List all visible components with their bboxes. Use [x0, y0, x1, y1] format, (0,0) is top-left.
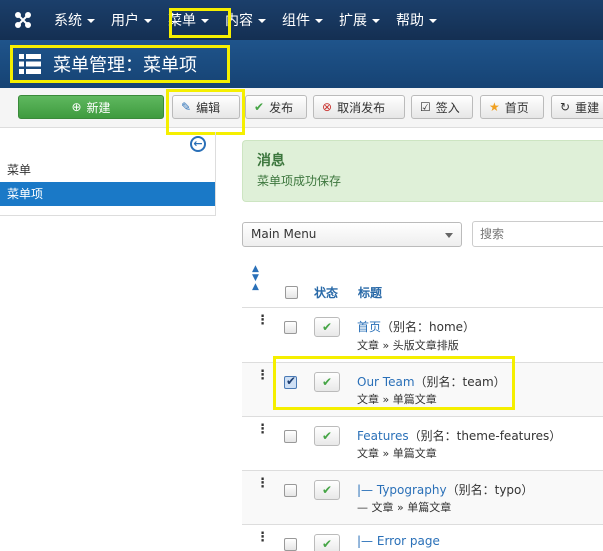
list-icon [19, 54, 41, 74]
check-icon: ✔ [254, 100, 265, 114]
published-status-button[interactable]: ✔ [314, 480, 340, 500]
table-row: ⋮ ✔ |— Typography（别名：typo） — 文章 » 单篇文章 [242, 471, 603, 525]
row-checkbox[interactable] [284, 321, 297, 334]
drag-handle-icon[interactable]: ⋮ [256, 423, 269, 436]
sidebar-item-label: 菜单 [7, 163, 32, 177]
nav-label: 系统 [54, 13, 82, 29]
star-icon: ★ [489, 100, 500, 114]
page-title-box: 菜单管理：菜单项 [10, 45, 230, 83]
sidebar-item-label: 菜单项 [7, 187, 44, 201]
new-button-label: 新建 [86, 100, 111, 115]
drag-handle-icon[interactable]: ⋮ [256, 531, 269, 544]
menu-select-value: Main Menu [251, 227, 317, 241]
success-message: 消息 菜单项成功保存 [242, 140, 603, 202]
message-body: 菜单项成功保存 [257, 174, 342, 188]
menu-select[interactable]: Main Menu [242, 222, 462, 247]
highlight-box [273, 356, 515, 410]
table-row: ⋮ ✔ 首页（别名：home） 文章 » 头版文章排版 [242, 308, 603, 362]
highlight-box [169, 8, 231, 38]
plus-circle-icon: ⊕ [71, 100, 82, 114]
joomla-logo-icon[interactable] [0, 0, 46, 40]
caret-down-icon [144, 19, 152, 23]
published-status-button[interactable]: ✔ [314, 534, 340, 551]
refresh-icon: ↻ [560, 100, 571, 114]
nav-label: 帮助 [396, 13, 424, 29]
rebuild-button[interactable]: ↻ 重建 [551, 95, 603, 119]
caret-down-icon [87, 19, 95, 23]
item-type: 文章 » 单篇文章 [357, 447, 437, 460]
nav-system[interactable]: 系统 [46, 0, 103, 40]
unpublish-button[interactable]: ⊗ 取消发布 [313, 95, 405, 119]
search-input[interactable] [472, 221, 603, 247]
item-type: — 文章 » 单篇文章 [357, 501, 452, 514]
item-title-link[interactable]: |— Typography [357, 483, 447, 497]
sidebar-item-menu-items[interactable]: 菜单项 [0, 182, 215, 206]
sort-order-icon[interactable]: ▲ ▼ ▲ [252, 265, 259, 292]
table-row: ⋮ ✔ |— Error page [242, 525, 603, 551]
table-row: ⋮ ✔ Features（别名：theme-features） 文章 » 单篇文… [242, 417, 603, 471]
nav-users[interactable]: 用户 [103, 0, 160, 40]
row-checkbox[interactable] [284, 484, 297, 497]
row-checkbox[interactable] [284, 538, 297, 551]
home-button[interactable]: ★ 首页 [480, 95, 544, 119]
item-alias: （别名：typo） [446, 483, 534, 497]
nav-help[interactable]: 帮助 [388, 0, 445, 40]
caret-down-icon [258, 19, 266, 23]
item-title-link[interactable]: 首页 [357, 320, 381, 334]
message-heading: 消息 [257, 153, 285, 169]
status-column-header[interactable]: 状态 [314, 284, 338, 301]
item-title-link[interactable]: Features [357, 429, 409, 443]
drag-handle-icon[interactable]: ⋮ [256, 314, 269, 327]
chevron-down-icon [445, 233, 453, 238]
cancel-circle-icon: ⊗ [322, 100, 333, 114]
item-alias: （别名：home） [381, 320, 476, 334]
select-all-checkbox[interactable] [285, 286, 298, 299]
page-title: 菜单管理：菜单项 [53, 55, 197, 76]
drag-handle-icon[interactable]: ⋮ [256, 369, 269, 382]
rebuild-button-label: 重建 [575, 100, 600, 115]
item-title-link[interactable]: |— Error page [357, 534, 440, 548]
nav-extensions[interactable]: 扩展 [331, 0, 388, 40]
new-button[interactable]: ⊕ 新建 [18, 95, 164, 119]
title-column-header[interactable]: 标题 [358, 284, 382, 301]
caret-down-icon [315, 19, 323, 23]
nav-label: 组件 [282, 13, 310, 29]
caret-down-icon [429, 19, 437, 23]
unpublish-button-label: 取消发布 [337, 100, 386, 115]
sidebar-item-menus[interactable]: 菜单 [0, 158, 215, 182]
drag-handle-icon[interactable]: ⋮ [256, 477, 269, 490]
item-alias: （别名：theme-features） [408, 429, 562, 443]
publish-button[interactable]: ✔ 发布 [245, 95, 307, 119]
published-status-button[interactable]: ✔ [314, 426, 340, 446]
published-status-button[interactable]: ✔ [314, 317, 340, 337]
row-checkbox[interactable] [284, 430, 297, 443]
nav-components[interactable]: 组件 [274, 0, 331, 40]
caret-down-icon [372, 19, 380, 23]
highlight-box [166, 89, 245, 135]
checkin-button-label: 签入 [435, 100, 460, 115]
checkin-button[interactable]: ☑ 签入 [411, 95, 473, 119]
nav-label: 扩展 [339, 13, 367, 29]
item-type: 文章 » 头版文章排版 [357, 339, 459, 352]
top-navbar: 系统 用户 菜单 内容 组件 扩展 帮助 [0, 0, 603, 40]
nav-label: 用户 [111, 13, 139, 29]
collapse-sidebar-icon[interactable]: ← [190, 136, 206, 152]
home-button-label: 首页 [504, 100, 529, 115]
checkbox-icon: ☑ [420, 100, 431, 114]
publish-button-label: 发布 [269, 100, 294, 115]
